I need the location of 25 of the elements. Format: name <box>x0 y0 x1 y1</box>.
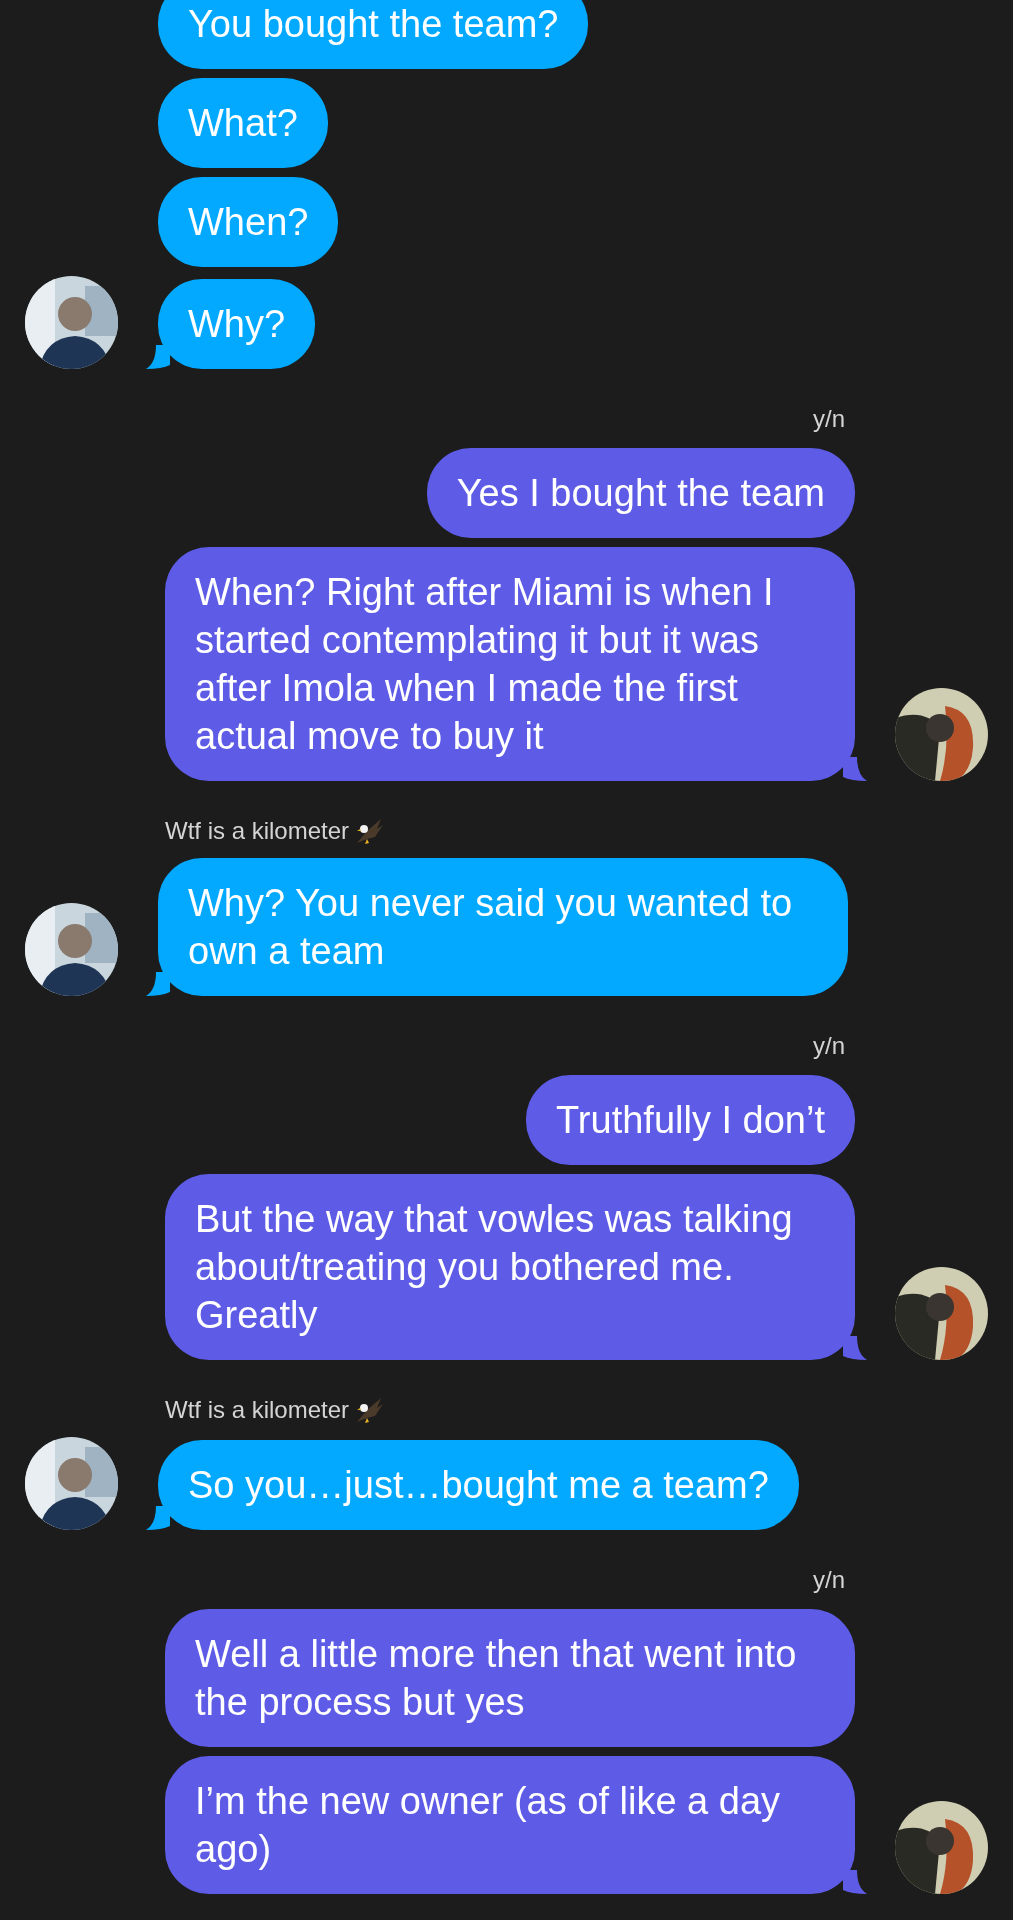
bubble-tail <box>843 1336 867 1360</box>
bubble-tail <box>146 972 170 996</box>
bubble-tail <box>843 757 867 781</box>
sender-name: y/n <box>813 1565 845 1595</box>
message-bubble: Well a little more then that went into the process but yes <box>165 1609 855 1747</box>
message-bubble: When? Right after Miami is when I started contemplating it but it was after Imola when I made the first actual move to buy it <box>165 547 855 781</box>
message-bubble: Yes I bought the team <box>426 448 855 538</box>
message-bubble: Why? <box>158 279 316 369</box>
bubble-tail <box>146 1506 170 1530</box>
sender-name: Wtf is a kilometer <box>165 816 350 846</box>
eagle-icon <box>355 817 386 845</box>
sender-name: Wtf is a kilometer <box>165 1395 350 1425</box>
message-bubble: So you…just…bought me a team? <box>158 1440 799 1530</box>
bubble-tail <box>843 1870 867 1894</box>
bubble-tail <box>146 345 170 369</box>
message-bubble: But the way that vowles was talking about/treating you bothered me. Greatly <box>165 1174 855 1360</box>
message-bubble: What? <box>158 78 328 168</box>
message-bubble: When? <box>158 177 339 267</box>
message-bubble: Why? You never said you wanted to own a team <box>158 858 848 996</box>
sender-name: y/n <box>813 1031 845 1061</box>
message-bubble: You bought the team? <box>158 0 589 69</box>
message-bubble: Truthfully I don’t <box>526 1075 855 1165</box>
message-bubble: I’m the new owner (as of like a day ago) <box>165 1756 855 1894</box>
eagle-icon <box>355 1396 386 1424</box>
sender-name: y/n <box>813 404 845 434</box>
